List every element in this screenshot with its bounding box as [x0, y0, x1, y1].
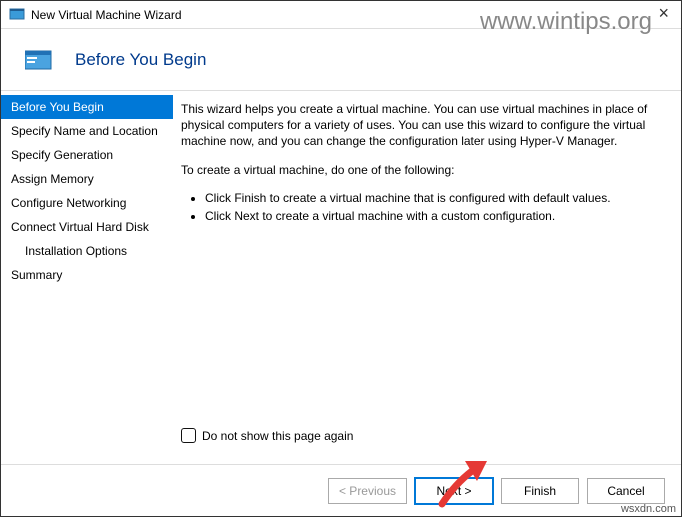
- finish-button[interactable]: Finish: [501, 478, 579, 504]
- titlebar: New Virtual Machine Wizard ×: [1, 1, 681, 29]
- sidebar-item-specify-name[interactable]: Specify Name and Location: [1, 119, 173, 143]
- wizard-sidebar: Before You Begin Specify Name and Locati…: [1, 91, 173, 464]
- intro-text-2: To create a virtual machine, do one of t…: [181, 162, 663, 178]
- sidebar-item-assign-memory[interactable]: Assign Memory: [1, 167, 173, 191]
- wizard-content: This wizard helps you create a virtual m…: [173, 91, 681, 464]
- page-title: Before You Begin: [75, 50, 206, 70]
- do-not-show-label[interactable]: Do not show this page again: [202, 428, 353, 444]
- wizard-body: Before You Begin Specify Name and Locati…: [1, 91, 681, 464]
- sidebar-item-configure-networking[interactable]: Configure Networking: [1, 191, 173, 215]
- sidebar-item-specify-generation[interactable]: Specify Generation: [1, 143, 173, 167]
- sidebar-item-installation-options[interactable]: Installation Options: [1, 239, 173, 263]
- option-finish: Click Finish to create a virtual machine…: [205, 190, 663, 206]
- app-icon: [9, 7, 25, 23]
- option-next: Click Next to create a virtual machine w…: [205, 208, 663, 224]
- wizard-window: New Virtual Machine Wizard × Before You …: [0, 0, 682, 517]
- do-not-show-checkbox[interactable]: [181, 428, 196, 443]
- cancel-button[interactable]: Cancel: [587, 478, 665, 504]
- close-button[interactable]: ×: [652, 3, 675, 23]
- wizard-header: Before You Begin: [1, 29, 681, 91]
- next-button[interactable]: Next >: [415, 478, 493, 504]
- wizard-icon: [25, 49, 53, 71]
- previous-button: < Previous: [328, 478, 407, 504]
- do-not-show-row: Do not show this page again: [181, 428, 663, 444]
- sidebar-item-before-you-begin[interactable]: Before You Begin: [1, 95, 173, 119]
- sidebar-item-summary[interactable]: Summary: [1, 263, 173, 287]
- options-list: Click Finish to create a virtual machine…: [181, 190, 663, 226]
- window-title: New Virtual Machine Wizard: [31, 8, 182, 22]
- sidebar-item-connect-vhd[interactable]: Connect Virtual Hard Disk: [1, 215, 173, 239]
- intro-text-1: This wizard helps you create a virtual m…: [181, 101, 663, 150]
- wizard-footer: < Previous Next > Finish Cancel: [1, 464, 681, 516]
